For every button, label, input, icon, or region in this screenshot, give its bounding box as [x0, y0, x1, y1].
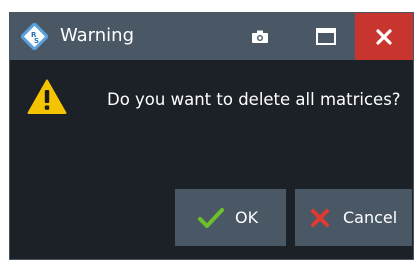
ok-button-label: OK	[235, 208, 259, 227]
warning-icon	[27, 79, 67, 114]
message-text: Do you want to delete all matrices?	[107, 90, 401, 109]
cross-icon	[311, 208, 329, 227]
close-icon	[376, 28, 392, 45]
camera-icon	[252, 30, 268, 43]
checkmark-icon	[198, 207, 224, 228]
svg-text:S: S	[34, 37, 39, 45]
cancel-button-label: Cancel	[343, 208, 398, 227]
cancel-button[interactable]: Cancel	[295, 189, 412, 246]
warning-dialog: R S Warning Do you want to delete all ma…	[9, 12, 414, 260]
close-button[interactable]	[355, 13, 413, 60]
screenshot-button[interactable]	[234, 13, 286, 60]
maximize-icon	[316, 28, 336, 45]
ok-button[interactable]: OK	[175, 189, 286, 246]
window-title: Warning	[60, 25, 135, 46]
maximize-button[interactable]	[300, 13, 352, 60]
rs-logo-icon: R S	[21, 23, 48, 50]
title-bar[interactable]: R S Warning	[10, 13, 413, 60]
